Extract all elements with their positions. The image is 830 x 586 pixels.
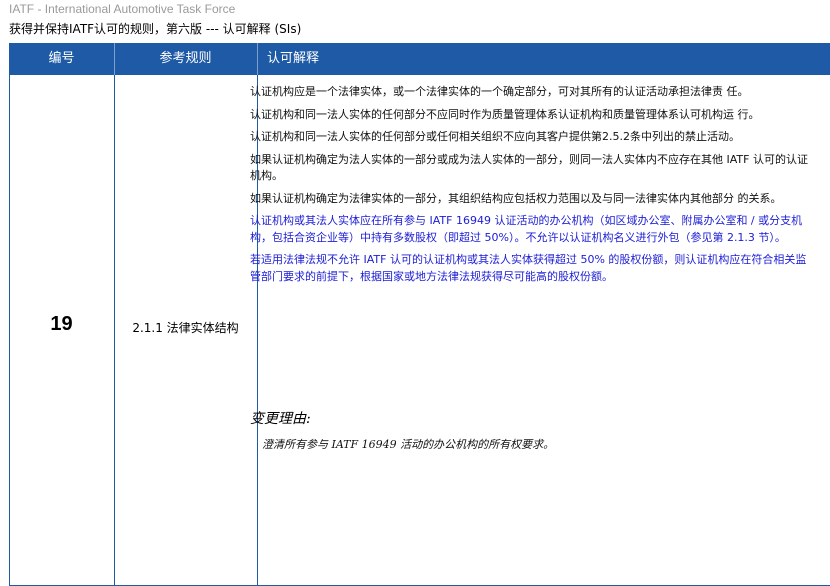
column-header-rule: 参考规则: [159, 51, 212, 66]
interpretation-paragraph-highlighted: 认证机构或其法人实体应在所有参与 IATF 16949 认证活动的办公机构（如区…: [250, 214, 803, 244]
interpretation-text: 认证机构应是一个法律实体，或一个法律实体的一个确定部分，可对其所有的认证活动承担…: [250, 84, 822, 291]
table-header: 编号 参考规则 认可解释: [9, 43, 830, 75]
interpretation-paragraph: 如果认证机构确定为法人实体的一部分或成为法人实体的一部分，则同一法人实体内不应存…: [250, 152, 808, 183]
organization-name: IATF - International Automotive Task For…: [9, 2, 236, 16]
column-header-number: 编号: [48, 51, 75, 66]
interpretation-paragraph: 认证机构应是一个法律实体，或一个法律实体的一个确定部分，可对其所有的认证活动承担…: [250, 85, 749, 98]
header-divider: [114, 43, 115, 75]
row-number: 19: [50, 313, 73, 335]
change-reason-title: 变更理由:: [250, 411, 311, 427]
column-header-interpretation: 认可解释: [267, 51, 320, 66]
interpretation-paragraph: 如果认证机构确定为法律实体的一部分，其组织结构应包括权力范围以及与同一法律实体内…: [250, 191, 782, 205]
interpretation-paragraph: 认证机构和同一法人实体的任何部分不应同时作为质量管理体系认证机构和质量管理体系认…: [250, 107, 760, 121]
document-title: 获得并保持IATF认可的规则，第六版 --- 认可解释 (SIs): [9, 22, 302, 36]
reference-rule: 2.1.1 法律实体结构: [132, 321, 239, 335]
header-divider: [257, 43, 258, 75]
change-reason-text: 澄清所有参与 IATF 16949 活动的办公机构的所有权要求。: [262, 438, 555, 451]
interpretation-paragraph-highlighted: 若适用法律法规不允许 IATF 认可的认证机构或其法人实体获得超过 50% 的股…: [250, 253, 807, 283]
interpretation-paragraph: 认证机构和同一法人实体的任何部分或任何相关组织不应向其客户提供第2.5.2条中列…: [250, 130, 740, 143]
